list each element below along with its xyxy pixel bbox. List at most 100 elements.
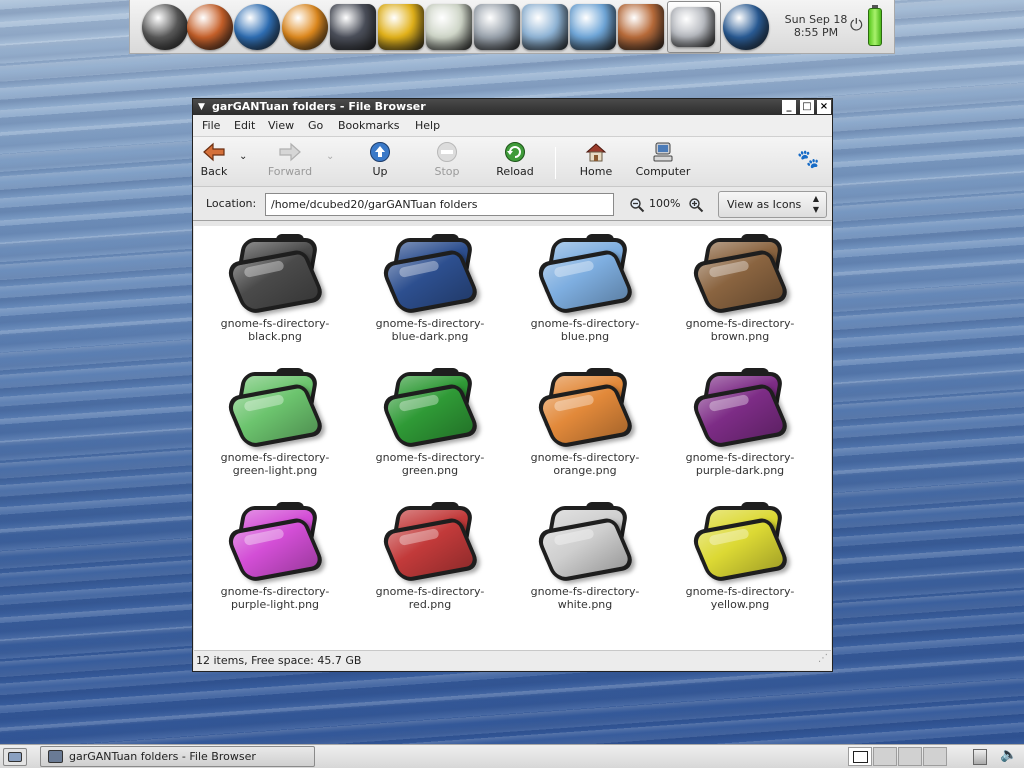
stop-icon — [437, 142, 457, 162]
file-item[interactable]: gnome-fs-directory-red.png — [355, 500, 505, 611]
up-button[interactable]: Up — [368, 141, 392, 178]
file-name-line-1: gnome-fs-directory- — [530, 585, 640, 598]
gnome-foot-icon[interactable] — [142, 4, 188, 50]
workspace-3[interactable] — [898, 747, 922, 766]
firefox-icon[interactable] — [187, 4, 233, 50]
folder-icon — [533, 366, 637, 450]
top-dock: Sun Sep 18 8:55 PM ⏻ — [129, 0, 895, 54]
file-item[interactable]: gnome-fs-directory-black.png — [200, 232, 350, 343]
file-item[interactable]: gnome-fs-directory-blue.png — [510, 232, 660, 343]
location-input[interactable] — [265, 193, 614, 216]
clipboard-tray-icon[interactable] — [973, 749, 987, 765]
menu-file[interactable]: File — [202, 119, 220, 132]
file-item[interactable]: gnome-fs-directory-brown.png — [665, 232, 815, 343]
calculator-icon[interactable] — [474, 4, 520, 50]
home-button[interactable]: Home — [578, 141, 614, 178]
trash-icon[interactable] — [723, 4, 769, 50]
status-bar: 12 items, Free space: 45.7 GB ⋰ — [194, 650, 831, 670]
back-button[interactable]: Back — [199, 141, 229, 178]
zoom-out-button[interactable] — [629, 197, 645, 216]
file-name-line-1: gnome-fs-directory- — [530, 451, 640, 464]
file-item[interactable]: gnome-fs-directory-purple-light.png — [200, 500, 350, 611]
zoom-in-icon — [689, 198, 704, 213]
clock-date: Sun Sep 18 — [784, 13, 848, 26]
taskbar-window-button[interactable]: garGANTuan folders - File Browser — [40, 746, 315, 767]
file-icon-view[interactable]: gnome-fs-directory-black.png gnome-fs-dir… — [194, 226, 831, 650]
toolbar: Back ⌄ Forward ⌄ Up Stop Reload Home Com… — [193, 137, 832, 187]
monitor-icon[interactable] — [570, 4, 616, 50]
dock-clock[interactable]: Sun Sep 18 8:55 PM — [777, 13, 855, 39]
file-name-line-1: gnome-fs-directory- — [375, 451, 485, 464]
globe-icon[interactable] — [234, 4, 280, 50]
forward-history-dropdown[interactable]: ⌄ — [326, 151, 334, 162]
file-name: gnome-fs-directory-green-light.png — [200, 451, 350, 477]
back-history-dropdown[interactable]: ⌄ — [239, 151, 247, 162]
volume-icon[interactable]: 🔈 — [1000, 747, 1017, 763]
zoom-in-button[interactable] — [688, 197, 704, 216]
media-player-icon[interactable] — [330, 4, 376, 50]
lightning-icon[interactable] — [378, 4, 424, 50]
file-name-line-2: white.png — [557, 598, 613, 611]
window-title: garGANTuan folders - File Browser — [212, 100, 426, 113]
drive-icon[interactable] — [671, 7, 715, 47]
screaming-face-icon[interactable] — [282, 4, 328, 50]
file-name-line-1: gnome-fs-directory- — [220, 451, 330, 464]
window-titlebar[interactable]: ▼ garGANTuan folders - File Browser _ □ … — [193, 99, 832, 115]
workspace-4[interactable] — [923, 747, 947, 766]
home-icon[interactable] — [618, 4, 664, 50]
maximize-button[interactable]: □ — [800, 100, 814, 114]
file-item[interactable]: gnome-fs-directory-green.png — [355, 366, 505, 477]
file-item[interactable]: gnome-fs-directory-white.png — [510, 500, 660, 611]
file-name: gnome-fs-directory-blue.png — [510, 317, 660, 343]
file-name: gnome-fs-directory-orange.png — [510, 451, 660, 477]
bottom-panel: garGANTuan folders - File Browser 🔈 — [0, 744, 1024, 768]
workspace-2[interactable] — [873, 747, 897, 766]
status-text: 12 items, Free space: 45.7 GB — [196, 654, 362, 667]
file-name-line-2: blue.png — [560, 330, 610, 343]
file-name: gnome-fs-directory-brown.png — [665, 317, 815, 343]
menu-edit[interactable]: Edit — [234, 119, 255, 132]
forward-button[interactable]: Forward — [265, 141, 315, 178]
close-button[interactable]: × — [817, 100, 831, 114]
folder-icon — [223, 232, 327, 316]
file-name-line-1: gnome-fs-directory- — [685, 585, 795, 598]
file-name-line-2: purple-light.png — [230, 598, 320, 611]
stop-button[interactable]: Stop — [433, 141, 461, 178]
folder-icon — [223, 366, 327, 450]
computer-button[interactable]: Computer — [634, 141, 692, 178]
reload-icon — [505, 142, 525, 162]
workspace-1[interactable] — [848, 747, 872, 766]
file-name: gnome-fs-directory-green.png — [355, 451, 505, 477]
view-as-select[interactable]: View as Icons ▲ ▼ — [718, 191, 827, 218]
file-item[interactable]: gnome-fs-directory-green-light.png — [200, 366, 350, 477]
reload-button[interactable]: Reload — [495, 141, 535, 178]
menu-help[interactable]: Help — [415, 119, 440, 132]
file-item[interactable]: gnome-fs-directory-orange.png — [510, 366, 660, 477]
desktop-icon — [8, 752, 22, 762]
mail-icon[interactable] — [522, 4, 568, 50]
zoom-level[interactable]: 100% — [649, 197, 680, 210]
quill-icon[interactable] — [426, 4, 472, 50]
file-browser-icon — [48, 750, 63, 763]
resize-grip-icon[interactable]: ⋰ — [818, 649, 828, 668]
folder-icon — [378, 500, 482, 584]
file-item[interactable]: gnome-fs-directory-yellow.png — [665, 500, 815, 611]
menu-bookmarks[interactable]: Bookmarks — [338, 119, 399, 132]
menu-view[interactable]: View — [268, 119, 294, 132]
file-name: gnome-fs-directory-blue-dark.png — [355, 317, 505, 343]
battery-icon[interactable] — [868, 5, 882, 46]
file-item[interactable]: gnome-fs-directory-purple-dark.png — [665, 366, 815, 477]
show-desktop-button[interactable] — [3, 748, 27, 766]
file-item[interactable]: gnome-fs-directory-blue-dark.png — [355, 232, 505, 343]
folder-icon — [533, 500, 637, 584]
file-name-line-2: yellow.png — [710, 598, 770, 611]
view-as-value: View as Icons — [727, 198, 802, 211]
menu-go[interactable]: Go — [308, 119, 323, 132]
folder-icon — [378, 366, 482, 450]
minimize-button[interactable]: _ — [782, 100, 796, 114]
toolbar-separator — [555, 147, 556, 179]
window-menu-arrow-icon[interactable]: ▼ — [198, 99, 205, 115]
home-icon — [585, 143, 607, 162]
file-name-line-2: purple-dark.png — [695, 464, 785, 477]
back-arrow-icon — [203, 142, 225, 162]
